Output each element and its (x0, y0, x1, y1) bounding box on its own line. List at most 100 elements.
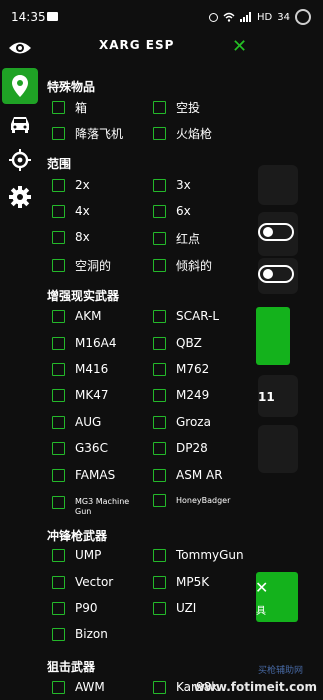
mail-icon (47, 12, 58, 21)
section-ar-title: 增强现实武器 (47, 289, 120, 303)
checkbox[interactable] (52, 230, 65, 244)
option-m249[interactable]: M249 (153, 388, 209, 402)
option-uzi[interactable]: UZI (153, 601, 196, 615)
checkbox[interactable] (52, 441, 65, 455)
background-number: 11 (258, 390, 275, 404)
crosshair-icon[interactable] (4, 144, 36, 176)
checkbox[interactable] (153, 415, 166, 429)
checkbox[interactable] (153, 494, 166, 507)
background-green-button[interactable] (256, 307, 290, 365)
status-icons: HD 34 (209, 9, 311, 25)
battery-level: 34 (277, 11, 290, 23)
checkbox[interactable] (153, 204, 166, 218)
option-scope-4x[interactable]: 4x (52, 204, 90, 218)
gear-icon[interactable] (4, 181, 36, 213)
checkbox[interactable] (52, 680, 65, 694)
option-ump[interactable]: UMP (52, 548, 101, 562)
checkbox[interactable] (52, 259, 65, 272)
option-canted[interactable]: 倾斜的 (153, 257, 212, 274)
option-p90[interactable]: P90 (52, 601, 98, 615)
checkbox[interactable] (52, 178, 65, 192)
close-icon[interactable]: ✕ (232, 36, 247, 57)
option-mk47[interactable]: MK47 (52, 388, 109, 402)
checkbox[interactable] (153, 178, 166, 192)
option-scope-2x[interactable]: 2x (52, 178, 90, 192)
checkbox[interactable] (52, 468, 65, 482)
watermark-small: 买枪辅助网 (257, 666, 303, 676)
checkbox[interactable] (153, 362, 166, 376)
section-special-title: 特殊物品 (47, 80, 96, 94)
checkbox[interactable] (153, 388, 166, 402)
option-qbz[interactable]: QBZ (153, 336, 202, 350)
option-g36c[interactable]: G36C (52, 441, 108, 455)
battery-ring-icon (295, 9, 311, 25)
option-famas[interactable]: FAMAS (52, 468, 115, 482)
status-time: 14:35 (11, 10, 46, 24)
checkbox[interactable] (153, 680, 166, 694)
option-m762[interactable]: M762 (153, 362, 209, 376)
background-toggle[interactable] (258, 265, 294, 283)
background-toggle[interactable] (258, 223, 294, 241)
checkbox[interactable] (153, 575, 166, 589)
option-drop-plane[interactable]: 降落飞机 (52, 125, 123, 142)
checkbox[interactable] (153, 309, 166, 323)
checkbox[interactable] (52, 496, 65, 509)
option-scope-6x[interactable]: 6x (153, 204, 191, 218)
eye-icon[interactable] (4, 32, 36, 64)
checkbox[interactable] (153, 127, 166, 140)
checkbox[interactable] (52, 601, 65, 615)
checkbox[interactable] (52, 362, 65, 376)
option-dp28[interactable]: DP28 (153, 441, 208, 455)
status-bar: 14:35 HD 34 (0, 0, 323, 34)
option-mp5k[interactable]: MP5K (153, 575, 209, 589)
option-scar-l[interactable]: SCAR-L (153, 309, 219, 323)
option-airdrop[interactable]: 空投 (153, 99, 200, 116)
network-label: HD (257, 11, 273, 23)
option-groza[interactable]: Groza (153, 415, 211, 429)
background-green-label: 具 (256, 606, 266, 617)
wifi-icon (223, 12, 235, 22)
checkbox[interactable] (52, 204, 65, 218)
checkbox[interactable] (52, 627, 65, 641)
option-asm-ar[interactable]: ASM AR (153, 468, 223, 482)
checkbox[interactable] (153, 101, 166, 114)
option-akm[interactable]: AKM (52, 309, 101, 323)
option-vector[interactable]: Vector (52, 575, 113, 589)
checkbox[interactable] (52, 548, 65, 562)
checkbox[interactable] (153, 259, 166, 272)
option-aug[interactable]: AUG (52, 415, 101, 429)
option-holo[interactable]: 空洞的 (52, 257, 111, 274)
checkbox[interactable] (153, 232, 166, 245)
option-mg3[interactable]: MG3 Machine Gun (52, 494, 142, 517)
signal-icon (240, 12, 252, 22)
checkbox[interactable] (153, 441, 166, 455)
checkbox[interactable] (52, 388, 65, 402)
car-icon[interactable] (4, 108, 36, 140)
option-awm[interactable]: AWM (52, 680, 105, 694)
option-bizon[interactable]: Bizon (52, 627, 108, 641)
checkbox[interactable] (52, 309, 65, 323)
section-smg-title: 冲锋枪武器 (47, 529, 108, 543)
location-pin-icon[interactable] (2, 68, 38, 104)
checkbox[interactable] (153, 601, 166, 615)
option-scope-3x[interactable]: 3x (153, 178, 191, 192)
option-scope-8x[interactable]: 8x (52, 230, 90, 244)
option-tommygun[interactable]: TommyGun (153, 548, 244, 562)
option-m16a4[interactable]: M16A4 (52, 336, 116, 350)
option-box[interactable]: 箱 (52, 99, 87, 116)
option-flare-gun[interactable]: 火焰枪 (153, 125, 212, 142)
checkbox[interactable] (52, 336, 65, 350)
checkbox[interactable] (153, 336, 166, 350)
checkbox[interactable] (52, 127, 65, 140)
checkbox[interactable] (52, 415, 65, 429)
checkbox[interactable] (153, 468, 166, 482)
hammer-icon: ✕ (255, 578, 269, 597)
checkbox[interactable] (52, 101, 65, 114)
option-m416[interactable]: M416 (52, 362, 108, 376)
checkbox[interactable] (52, 575, 65, 589)
option-honeybadger[interactable]: HoneyBadger (153, 494, 230, 507)
checkbox[interactable] (153, 548, 166, 562)
option-red-dot[interactable]: 红点 (153, 230, 200, 247)
watermark: www.fotimeit.com (193, 680, 317, 694)
alarm-icon (209, 12, 219, 22)
